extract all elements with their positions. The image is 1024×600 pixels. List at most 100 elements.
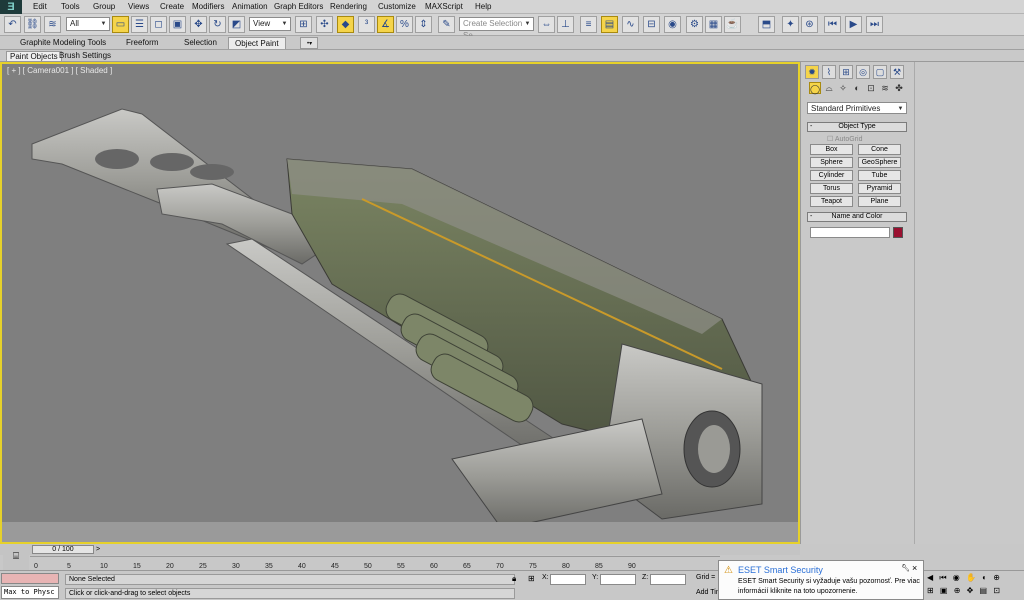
menu-views[interactable]: Views — [128, 2, 149, 11]
pivot-center-icon[interactable]: ⊞ — [295, 16, 312, 33]
cone-button[interactable]: Cone — [858, 144, 901, 155]
select-by-name-icon[interactable]: ☰ — [131, 16, 148, 33]
mirror-icon[interactable]: ⇔ — [538, 16, 555, 33]
settings-icon[interactable]: 🔧︎ — [901, 564, 910, 572]
maxscript-listener-pink[interactable] — [1, 573, 59, 584]
display-tab-icon[interactable]: ▢ — [873, 65, 887, 79]
trackbar-toggle-icon[interactable]: ⌸ — [3, 544, 29, 570]
autogrid-checkbox[interactable]: ☐ AutoGrid — [827, 135, 862, 143]
scale-icon[interactable]: ◩ — [228, 16, 245, 33]
angle-snap-icon[interactable]: ∡ — [377, 16, 394, 33]
tab-graphite-modeling-tools[interactable]: Graphite Modeling Tools — [14, 37, 112, 49]
cylinder-button[interactable]: Cylinder — [810, 170, 853, 181]
menu-modifiers[interactable]: Modifiers — [192, 2, 224, 11]
lock-icon[interactable]: 🔒︎ — [512, 574, 516, 584]
systems-icon[interactable]: ✤ — [893, 82, 905, 94]
eset-notification-popup[interactable]: ⚠ ESET Smart Security 🔧︎ × ESET Smart Se… — [718, 560, 924, 600]
object-name-input[interactable] — [810, 227, 890, 238]
nav-controls-icons-2[interactable]: ⊞ ▣ ⊕ ✥ ▤ ⊡ — [927, 586, 1022, 598]
render-production-icon[interactable]: ☕ — [724, 16, 741, 33]
geometry-icon[interactable]: ◯ — [809, 82, 821, 94]
absolute-mode-icon[interactable]: ⊞ — [528, 574, 535, 583]
layer-manager-icon[interactable]: ≡ — [580, 16, 597, 33]
menu-edit[interactable]: Edit — [33, 2, 47, 11]
tab-object-paint[interactable]: Object Paint — [228, 37, 286, 49]
torus-button[interactable]: Torus — [810, 183, 853, 194]
tab-selection[interactable]: Selection — [178, 37, 223, 49]
physx-icon[interactable]: ⊛ — [801, 16, 818, 33]
object-category-dropdown[interactable]: Standard Primitives ▼ — [807, 102, 907, 114]
close-icon[interactable]: × — [912, 563, 917, 573]
move-icon[interactable]: ✥ — [190, 16, 207, 33]
panel-paint-objects[interactable]: Paint Objects — [6, 51, 62, 62]
sphere-button[interactable]: Sphere — [810, 157, 853, 168]
teapot-button[interactable]: Teapot — [810, 196, 853, 207]
menu-customize[interactable]: Customize — [378, 2, 416, 11]
motion-tab-icon[interactable]: ◎ — [856, 65, 870, 79]
reference-coordinate-dropdown[interactable]: View ▼ — [249, 17, 291, 31]
spacewarps-icon[interactable]: ≋ — [879, 82, 891, 94]
rotate-icon[interactable]: ↻ — [209, 16, 226, 33]
time-slider[interactable]: 0 / 100 — [32, 545, 94, 554]
hierarchy-tab-icon[interactable]: ⊞ — [839, 65, 853, 79]
application-logo-button[interactable]: Ǝ — [0, 0, 22, 14]
box-button[interactable]: Box — [810, 144, 853, 155]
menu-graph-editors[interactable]: Graph Editors — [274, 2, 323, 11]
menu-help[interactable]: Help — [475, 2, 491, 11]
cameras-icon[interactable]: ◐ — [851, 82, 863, 94]
lights-icon[interactable]: ✧ — [837, 82, 849, 94]
helpers-icon[interactable]: ⊡ — [865, 82, 877, 94]
slider-next-icon[interactable]: > — [96, 545, 106, 554]
reactor-icon[interactable]: ✦ — [782, 16, 799, 33]
rendered-frame-window-icon[interactable]: ▦ — [705, 16, 722, 33]
shapes-icon[interactable]: ⌓ — [823, 82, 835, 94]
utilities-tab-icon[interactable]: ⚒ — [890, 65, 904, 79]
go-to-start-icon[interactable]: ⏮ — [824, 16, 841, 33]
named-selection-set-input[interactable]: Create Selection Se▼ — [459, 17, 534, 40]
object-color-swatch[interactable] — [893, 227, 903, 238]
open-container-icon[interactable]: ⬒ — [758, 16, 775, 33]
spinner-snap-icon[interactable]: ⇕ — [415, 16, 432, 33]
graphite-toggle-icon[interactable]: ▤ — [601, 16, 618, 33]
create-tab-icon[interactable]: ✹ — [805, 65, 819, 79]
pyramid-button[interactable]: Pyramid — [858, 183, 901, 194]
object-type-rollout[interactable]: - Object Type — [807, 122, 907, 132]
select-manipulate-icon[interactable]: ✣ — [316, 16, 333, 33]
rect-selection-icon[interactable]: ◻ — [150, 16, 167, 33]
edit-named-selection-icon[interactable]: ✎ — [438, 16, 455, 33]
percent-snap-icon[interactable]: % — [396, 16, 413, 33]
menu-rendering[interactable]: Rendering — [330, 2, 367, 11]
geosphere-button[interactable]: GeoSphere — [858, 157, 901, 168]
undo-icon[interactable]: ↶ — [4, 16, 21, 33]
align-icon[interactable]: ⊥ — [557, 16, 574, 33]
y-coordinate-field[interactable] — [600, 574, 636, 585]
maxscript-listener-input[interactable]: Max to Physc — [1, 586, 59, 599]
menu-group[interactable]: Group — [93, 2, 115, 11]
z-coordinate-field[interactable] — [650, 574, 686, 585]
selection-filter-dropdown[interactable]: All ▼ — [66, 17, 110, 31]
render-setup-icon[interactable]: ⚙ — [686, 16, 703, 33]
keyboard-shortcut-toggle-icon[interactable]: ◆ — [337, 16, 354, 33]
ribbon-options-icon[interactable]: •▾ — [300, 37, 318, 49]
link-icon[interactable]: ⛓ — [24, 16, 41, 33]
curve-editor-icon[interactable]: ∿ — [622, 16, 639, 33]
schematic-view-icon[interactable]: ⊟ — [643, 16, 660, 33]
play-icon[interactable]: ▶ — [845, 16, 862, 33]
bind-spacewarp-icon[interactable]: ≋ — [44, 16, 61, 33]
tube-button[interactable]: Tube — [858, 170, 901, 181]
name-and-color-rollout[interactable]: - Name and Color — [807, 212, 907, 222]
menu-maxscript[interactable]: MAXScript — [425, 2, 463, 11]
panel-brush-settings[interactable]: Brush Settings — [56, 51, 114, 62]
material-editor-icon[interactable]: ◉ — [664, 16, 681, 33]
camera-viewport[interactable]: [ + ] [ Camera001 ] [ Shaded ] — [0, 62, 800, 544]
nav-controls-icons[interactable]: ◀ ⏮ ◉ ✋ ◐ ⊕ — [927, 573, 1022, 585]
x-coordinate-field[interactable] — [550, 574, 586, 585]
plane-button[interactable]: Plane — [858, 196, 901, 207]
menu-tools[interactable]: Tools — [61, 2, 80, 11]
modify-tab-icon[interactable]: ⌇ — [822, 65, 836, 79]
snaps-toggle-icon[interactable]: ³ — [358, 16, 375, 33]
go-to-end-icon[interactable]: ⏭ — [866, 16, 883, 33]
select-object-icon[interactable]: ▭ — [112, 16, 129, 33]
menu-create[interactable]: Create — [160, 2, 184, 11]
window-crossing-icon[interactable]: ▣ — [169, 16, 186, 33]
